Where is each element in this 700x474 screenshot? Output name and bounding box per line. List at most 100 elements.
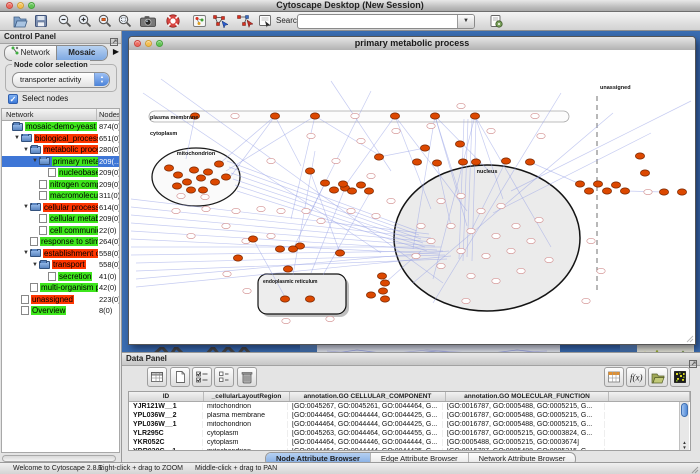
gene-node[interactable] (427, 123, 435, 128)
selected-gene-node[interactable] (172, 183, 181, 189)
selected-gene-node[interactable] (338, 181, 347, 187)
selected-gene-node[interactable] (471, 159, 480, 165)
tree-row[interactable]: multi-organism pro42(0) (2, 282, 119, 294)
delete-attribute-button[interactable] (237, 367, 257, 387)
selected-gene-node[interactable] (182, 179, 191, 185)
select-nodes-checkbox[interactable]: ✓ (8, 94, 18, 104)
gene-node[interactable] (537, 133, 545, 138)
search-input[interactable] (299, 15, 455, 28)
selected-gene-node[interactable] (635, 153, 644, 159)
save-session-icon[interactable] (33, 13, 49, 29)
gene-node[interactable] (326, 316, 334, 321)
tree-row[interactable]: macromolecule311(0) (2, 190, 119, 202)
gene-node[interactable] (531, 113, 539, 118)
selected-gene-node[interactable] (203, 169, 212, 175)
zoom-in-icon[interactable] (77, 13, 93, 29)
expand-arrow-icon[interactable]: ▼ (31, 262, 39, 268)
close-window-button[interactable] (6, 2, 13, 9)
network-canvas[interactable]: plasma membranecytoplasmmitochondrionnuc… (129, 50, 695, 344)
selected-gene-node[interactable] (186, 187, 195, 193)
gene-node[interactable] (427, 238, 435, 243)
gene-node[interactable] (172, 208, 180, 213)
tab-overflow-arrow[interactable]: ▶ (113, 47, 119, 56)
selected-gene-node[interactable] (347, 188, 356, 194)
gene-node[interactable] (462, 298, 470, 303)
float-panel-icon[interactable] (110, 33, 118, 41)
tree-row[interactable]: unassigned223(0) (2, 294, 119, 306)
gene-node[interactable] (492, 278, 500, 283)
float-data-panel-icon[interactable] (689, 355, 697, 363)
gene-node[interactable] (347, 208, 355, 213)
gene-node[interactable] (201, 194, 209, 199)
selected-gene-node[interactable] (310, 113, 319, 119)
selected-gene-node[interactable] (470, 113, 479, 119)
selected-gene-node[interactable] (455, 141, 464, 147)
col-header-molecular-function[interactable]: annotation.GO MOLECULAR_FUNCTION (446, 392, 609, 401)
gene-node[interactable] (457, 248, 465, 253)
scrollbar-thumb[interactable] (681, 403, 688, 417)
tree-row[interactable]: ▼transport558(0) (2, 259, 119, 271)
gene-node[interactable] (267, 158, 275, 163)
gene-node[interactable] (467, 228, 475, 233)
selected-gene-node[interactable] (420, 145, 429, 151)
table-row[interactable]: YPL036W__1mitochondrion[GO:0044464, GO:0… (129, 420, 690, 429)
expand-arrow-icon[interactable]: ▼ (13, 135, 21, 141)
selected-gene-node[interactable] (611, 182, 620, 188)
selected-gene-node[interactable] (210, 179, 219, 185)
tree-row[interactable]: ▼establishment of lo558(0) (2, 248, 119, 260)
network-window-title-bar[interactable]: primary metabolic process (129, 37, 695, 51)
tree-row[interactable]: secretion41(0) (2, 271, 119, 283)
gene-node[interactable] (257, 206, 265, 211)
selected-gene-node[interactable] (412, 159, 421, 165)
minimize-window-button[interactable] (17, 2, 24, 9)
selected-gene-node[interactable] (221, 174, 230, 180)
gene-node[interactable] (644, 189, 652, 194)
selected-gene-node[interactable] (270, 113, 279, 119)
expand-arrow-icon[interactable]: ▼ (22, 147, 30, 153)
gene-node[interactable] (457, 193, 465, 198)
vizmapper-icon[interactable] (192, 13, 208, 29)
selected-gene-node[interactable] (380, 296, 389, 302)
tree-row[interactable]: cell communicat22(0) (2, 225, 119, 237)
select-all-attributes-button[interactable] (192, 367, 212, 387)
col-header-cellular-component[interactable]: annotation.GO CELLULAR_COMPONENT (290, 392, 446, 401)
gene-node[interactable] (187, 233, 195, 238)
gene-node[interactable] (412, 253, 420, 258)
tab-network[interactable]: Network (5, 46, 56, 60)
tree-row[interactable]: ▼metabolic process280(0) (2, 144, 119, 156)
window-resize-grip[interactable] (690, 465, 699, 474)
gene-node[interactable] (545, 257, 553, 262)
gene-node[interactable] (437, 198, 445, 203)
selected-gene-node[interactable] (366, 292, 375, 298)
table-row[interactable]: YLR295Ccytoplasm[GO:0045263, GO:0044464,… (129, 429, 690, 438)
scrollbar-arrows[interactable]: ▲▼ (680, 440, 689, 450)
tree-row[interactable]: Overview8(0) (2, 305, 119, 317)
gene-node[interactable] (231, 113, 239, 118)
selected-gene-node[interactable] (432, 160, 441, 166)
selected-gene-node[interactable] (602, 188, 611, 194)
gene-node[interactable] (392, 128, 400, 133)
gene-node[interactable] (437, 263, 445, 268)
expand-arrow-icon[interactable]: ▼ (31, 158, 39, 164)
selected-gene-node[interactable] (620, 188, 629, 194)
snapshot-camera-icon[interactable] (139, 13, 155, 29)
network-view-window[interactable]: primary metabolic process plasma membran… (128, 36, 696, 345)
gene-node[interactable] (582, 298, 590, 303)
col-header-region[interactable]: _cellularLayoutRegion (204, 392, 290, 401)
edit-network-red-icon[interactable] (235, 13, 251, 29)
gene-node[interactable] (517, 268, 525, 273)
gene-node[interactable] (243, 288, 251, 293)
selected-gene-node[interactable] (305, 296, 314, 302)
selected-gene-node[interactable] (430, 113, 439, 119)
selected-gene-node[interactable] (364, 188, 373, 194)
gene-node[interactable] (282, 318, 290, 323)
gene-node[interactable] (277, 208, 285, 213)
gene-node[interactable] (332, 158, 340, 163)
gene-node[interactable] (527, 238, 535, 243)
gene-node[interactable] (477, 208, 485, 213)
gene-node[interactable] (497, 203, 505, 208)
tree-row[interactable]: nucleobase-cont209(0) (2, 167, 119, 179)
zoom-view-button[interactable] (156, 40, 163, 47)
selected-gene-node[interactable] (377, 273, 386, 279)
tree-row[interactable]: nitrogen compou209(0) (2, 179, 119, 191)
